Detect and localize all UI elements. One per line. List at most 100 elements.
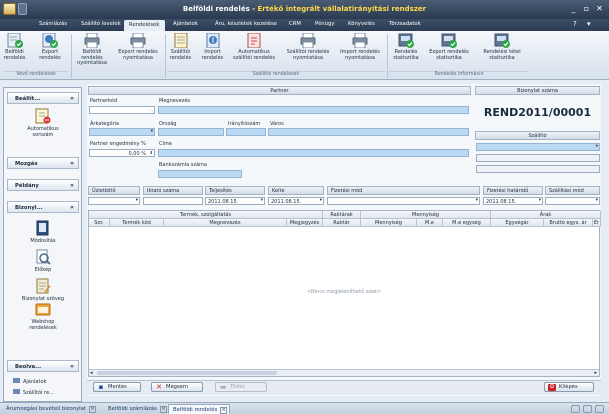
grid-column-header[interactable]: Bruttó egys. ár: [544, 219, 593, 227]
megnevezes-label: Megnevezés: [159, 98, 191, 104]
ribbon-label: Automatikus szállítói rendelés: [233, 49, 275, 61]
szallitasi-mod-select[interactable]: ▾: [545, 197, 600, 205]
grid-column-header[interactable]: Sor.: [89, 219, 110, 227]
menu-szallito-levelek[interactable]: Szállító levelek: [81, 21, 121, 27]
grid-column-header[interactable]: Megnevezés: [164, 219, 287, 227]
scroll-thumb[interactable]: [97, 371, 277, 375]
grid-column-header[interactable]: Raktár: [323, 219, 361, 227]
import-rendeles-button[interactable]: Import rendelés: [199, 32, 226, 61]
grid-column-header[interactable]: M.e egység: [443, 219, 491, 227]
close-tab-icon[interactable]: ×: [88, 406, 96, 413]
grid-column-header[interactable]: Er: [593, 219, 601, 227]
options-icon[interactable]: ▾: [587, 20, 591, 28]
tab-arumozgasi[interactable]: Árumozgási bevételi bizonylat ×: [2, 404, 98, 414]
rendeles-statisztika-button[interactable]: Rendelés statisztika: [389, 33, 423, 61]
items-grid[interactable]: Termék, szolgáltatás Raktárak Mennyiség …: [88, 210, 601, 377]
prev-window-icon[interactable]: [571, 405, 580, 413]
collapse-icon[interactable]: «: [70, 363, 74, 370]
engedmeny-input[interactable]: 0,00 % ⬍: [89, 149, 155, 157]
grid-column-header[interactable]: M.e: [417, 219, 443, 227]
next-window-icon[interactable]: [583, 405, 592, 413]
scroll-right-icon[interactable]: ▸: [594, 370, 597, 376]
tab-belfoldi-szamlazas[interactable]: Belföldi számlázás ×: [104, 404, 169, 414]
section-beallitasok[interactable]: Beállít... «: [7, 92, 79, 104]
close-window-button[interactable]: ✕: [594, 4, 605, 14]
bankszamla-input[interactable]: [158, 170, 242, 178]
export-rendeles-statisztika-button[interactable]: Export rendelés statisztika: [425, 33, 473, 61]
expand-icon[interactable]: »: [70, 182, 74, 189]
auto-order-icon: [246, 32, 262, 49]
modositas-item[interactable]: Módosítás: [7, 220, 79, 244]
preview-icon: [35, 249, 51, 265]
szallitoi-rendeles-button[interactable]: Szállítói rendelés: [167, 32, 194, 61]
belfoldi-rendeles-button[interactable]: Belföldi rendelés: [3, 32, 26, 61]
teljesites-date[interactable]: 2011.08.15. ▾: [205, 197, 265, 205]
menu-konyveles[interactable]: Könyvelés: [348, 21, 375, 27]
szallitoi-rendeles-item[interactable]: Szállítói re...: [13, 389, 54, 396]
section-bizonylat[interactable]: Bizonyl... «: [7, 201, 79, 213]
help-icon[interactable]: ?: [573, 20, 577, 28]
import-rendeles-nyomtatasa-button[interactable]: Import rendelés nyomtatása: [336, 32, 384, 61]
varos-input[interactable]: [268, 128, 469, 136]
cancel-button[interactable]: ✕ Mégsem: [151, 382, 203, 392]
close-tab-icon[interactable]: ×: [159, 406, 167, 413]
menu-ajanlatok[interactable]: Ajánlatok: [173, 21, 198, 27]
partnerkod-input[interactable]: …: [89, 106, 155, 114]
szallito-select[interactable]: ▾: [476, 143, 600, 151]
horizontal-scrollbar[interactable]: ◂ ▸: [89, 369, 599, 376]
import-order-icon: [205, 32, 221, 49]
tab-belfoldi-rendeles[interactable]: Belföldi rendelés ×: [168, 404, 231, 414]
scroll-left-icon[interactable]: ◂: [90, 370, 93, 376]
teljesites-header: Teljesítés: [205, 186, 265, 195]
rendelesi-tetel-statisztika-button[interactable]: Rendelési tétel statisztika: [478, 33, 526, 61]
iranyitoszam-input[interactable]: [226, 128, 266, 136]
export-rendeles-button[interactable]: Export rendelés: [35, 32, 65, 61]
minimize-button[interactable]: _: [568, 4, 579, 14]
megnevezes-input[interactable]: [158, 106, 469, 114]
bizonylat-szoveg-item[interactable]: Bizonylat szöveg: [7, 278, 79, 302]
arkategoria-select[interactable]: ▾: [89, 128, 155, 136]
export-rendeles-nyomtatasa-button[interactable]: Export rendelés nyomtatása: [113, 32, 163, 61]
expand-icon[interactable]: »: [70, 160, 74, 167]
iktato-input[interactable]: [143, 197, 203, 205]
grid-group-header: Raktárak: [323, 211, 361, 219]
close-all-icon[interactable]: [595, 405, 604, 413]
ribbon: Belföldi rendelés Export rendelés Belföl…: [0, 31, 609, 80]
cime-input[interactable]: [158, 149, 469, 157]
belfoldi-rendeles-nyomtatasa-button[interactable]: Belföldi rendelés nyomtatása: [73, 32, 111, 67]
automatikus-szallitoi-rendeles-button[interactable]: Automatikus szállítói rendelés: [228, 32, 280, 61]
section-beolvasas[interactable]: Beolva... «: [7, 360, 79, 372]
elokep-item[interactable]: Előkép: [7, 249, 79, 273]
automatikus-sorszam-item[interactable]: Automatikus sorszám: [7, 108, 79, 138]
szallitoi-rendeles-nyomtatasa-button[interactable]: Szállítói rendelés nyomtatása: [282, 32, 334, 61]
webshop-rendelesek-item[interactable]: Webshop rendelések: [7, 301, 79, 331]
menu-rendelesek[interactable]: Rendelések: [124, 20, 165, 31]
restore-button[interactable]: ▫: [581, 4, 592, 14]
orszag-input[interactable]: [158, 128, 224, 136]
ajanlatok-item[interactable]: Ajánlatok: [13, 378, 46, 385]
grid-column-header[interactable]: Megjegyzés: [287, 219, 323, 227]
grid-column-header[interactable]: Egységár: [491, 219, 544, 227]
kelte-date[interactable]: 2011.08.15. ▾: [268, 197, 324, 205]
menu-aru-keszletek[interactable]: Áru, készletek kezelése: [215, 21, 277, 27]
menu-crm[interactable]: CRM: [289, 21, 301, 27]
save-button[interactable]: ▪ Mentés: [93, 382, 141, 392]
section-mozgas[interactable]: Mozgás»: [7, 157, 79, 169]
menu-penugy[interactable]: Pénügy: [315, 21, 334, 27]
folder-icon: [13, 378, 20, 383]
collapse-icon[interactable]: «: [70, 204, 74, 211]
menu-torzsadatok[interactable]: Törzsadatok: [389, 21, 421, 27]
menu-szamlazas[interactable]: Számlázás: [39, 21, 67, 27]
uzletkoto-select[interactable]: ▾: [88, 197, 140, 205]
ribbon-separator: [165, 34, 166, 78]
grid-column-header[interactable]: Termék kód: [110, 219, 164, 227]
close-tab-icon[interactable]: ×: [220, 407, 228, 414]
collapse-icon[interactable]: «: [70, 95, 74, 102]
grid-column-header[interactable]: Mennyiség: [361, 219, 417, 227]
fizetesi-hatarido-header: Fizetési határidő: [483, 186, 543, 195]
exit-button[interactable]: ⏻ Kilépés: [544, 382, 594, 392]
fizetesi-hatarido-date[interactable]: 2011.08.15. ▾: [483, 197, 543, 205]
section-peldany[interactable]: Példány»: [7, 179, 79, 191]
fizetesi-mod-select[interactable]: ▾: [327, 197, 480, 205]
delete-button[interactable]: ▬ Törlés: [215, 382, 267, 392]
